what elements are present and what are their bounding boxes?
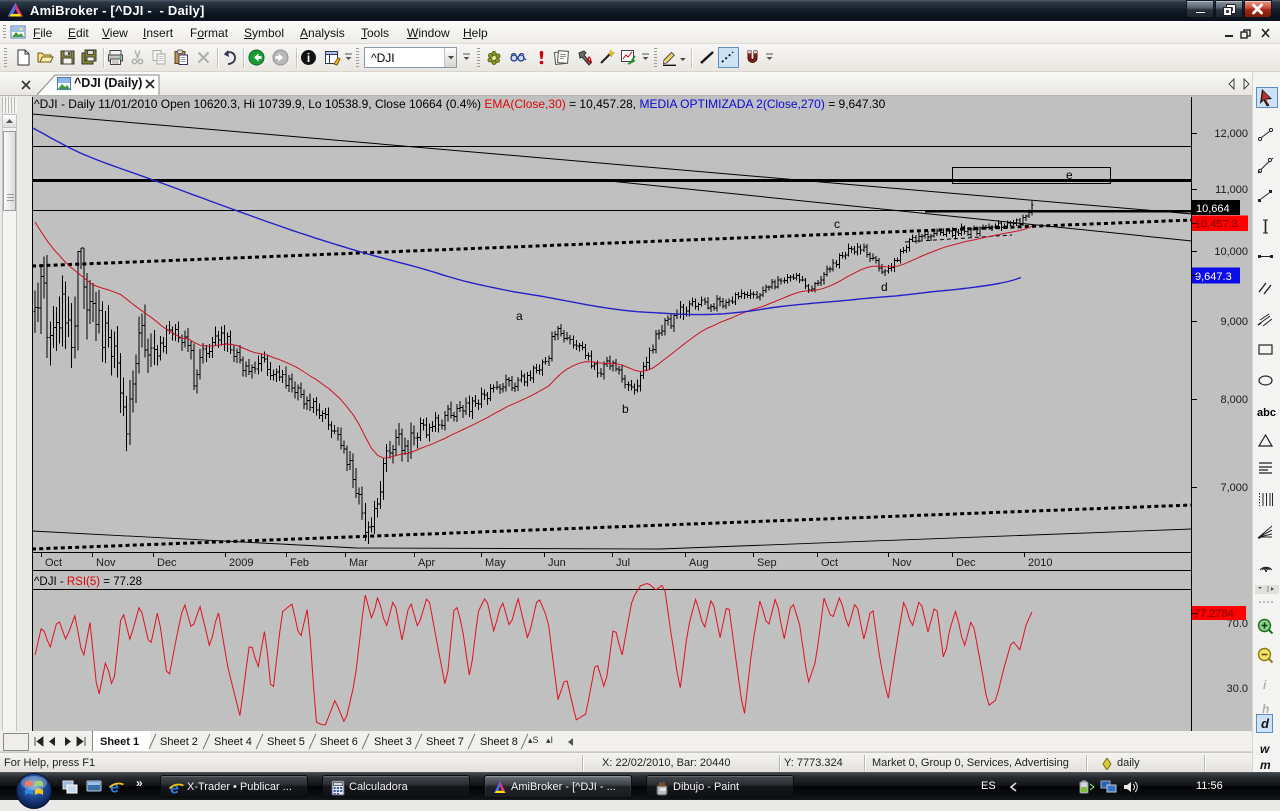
svg-text:e: e (1066, 168, 1073, 182)
svg-text:Jul: Jul (616, 557, 630, 569)
svg-text:e: e (110, 780, 119, 796)
svg-text:d: d (881, 280, 888, 294)
svg-text:h: h (1262, 702, 1269, 716)
svg-text:10,664: 10,664 (1196, 203, 1230, 215)
svg-text:^DJI - RSI(5) = 77.28: ^DJI - RSI(5) = 77.28 (34, 576, 142, 588)
svg-text:10,457.3: 10,457.3 (1195, 219, 1238, 231)
svg-text:2009: 2009 (229, 557, 253, 569)
svg-text:A: A (586, 55, 593, 65)
svg-text:30.0: 30.0 (1227, 683, 1248, 695)
svg-text:Apr: Apr (418, 557, 435, 569)
svg-text:d: d (1261, 716, 1270, 731)
svg-text:abc: abc (1257, 407, 1276, 419)
svg-text:Jun: Jun (548, 557, 566, 569)
svg-text:11,000: 11,000 (1215, 184, 1248, 196)
svg-text:i: i (307, 51, 310, 65)
svg-text:Nov: Nov (892, 557, 912, 569)
svg-text:m: m (1260, 758, 1271, 772)
svg-text:^DJI - Daily 11/01/2010 Open 1: ^DJI - Daily 11/01/2010 Open 10620.3, Hi… (34, 97, 886, 111)
svg-text:12,000: 12,000 (1214, 128, 1248, 140)
svg-text:7,000: 7,000 (1220, 482, 1248, 494)
svg-text:Dec: Dec (157, 557, 177, 569)
svg-text:77.2784: 77.2784 (1194, 608, 1234, 620)
svg-text:Feb: Feb (290, 557, 309, 569)
svg-text:Aug: Aug (689, 557, 709, 569)
svg-text:May: May (485, 557, 506, 569)
svg-text:2010: 2010 (1028, 557, 1052, 569)
svg-text:Oct: Oct (821, 557, 838, 569)
svg-text:8,000: 8,000 (1220, 394, 1248, 406)
svg-text:9,647.3: 9,647.3 (1195, 271, 1232, 283)
svg-text:c: c (834, 217, 840, 231)
svg-text:Oct: Oct (45, 557, 62, 569)
svg-text:w: w (1260, 742, 1270, 756)
svg-text:Nov: Nov (96, 557, 116, 569)
svg-text:a: a (516, 309, 523, 323)
svg-text:Mar: Mar (349, 557, 368, 569)
svg-text:b: b (622, 402, 629, 416)
svg-text:9,000: 9,000 (1220, 316, 1248, 328)
svg-text:e: e (170, 781, 179, 797)
svg-text:i: i (1263, 678, 1267, 692)
svg-text:Dec: Dec (956, 557, 976, 569)
svg-text:10,000: 10,000 (1214, 246, 1248, 258)
svg-text:Sep: Sep (757, 557, 777, 569)
